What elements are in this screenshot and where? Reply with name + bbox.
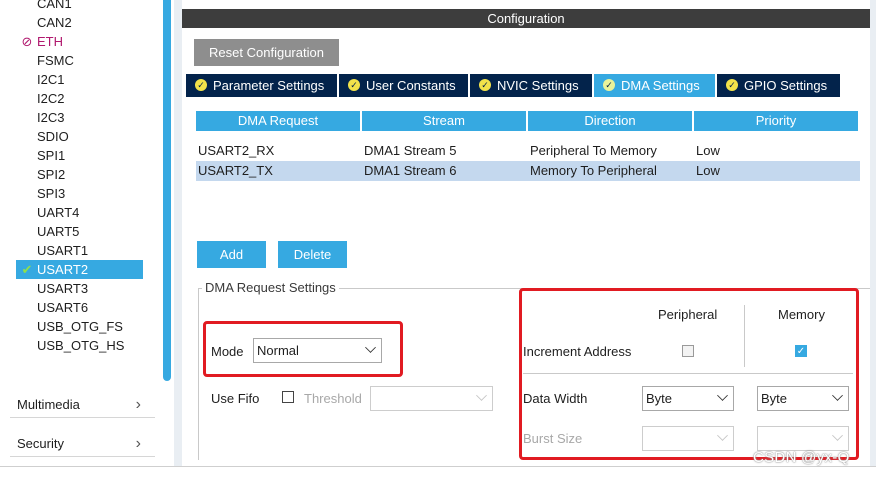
check-circle-icon: ✓	[726, 79, 738, 91]
tab-label: NVIC Settings	[497, 78, 579, 93]
cell-priority: Low	[696, 163, 720, 178]
sidebar-item-fsmc[interactable]: FSMC	[16, 51, 143, 70]
check-circle-icon: ✓	[195, 79, 207, 91]
configuration-body: Configuration Reset Configuration ✓ Para…	[182, 0, 870, 466]
sidebar-item-label: SPI1	[37, 148, 66, 163]
sidebar-item-label: ETH	[37, 34, 63, 49]
column-header-dma-request[interactable]: DMA Request	[196, 111, 360, 131]
sidebar-item-label: CAN2	[37, 15, 72, 30]
settings-legend: DMA Request Settings	[202, 280, 339, 295]
sidebar-item-usart3[interactable]: USART3	[16, 279, 143, 298]
check-circle-icon: ✓	[603, 79, 615, 91]
sidebar-item-uart4[interactable]: UART4	[16, 203, 143, 222]
column-header-priority[interactable]: Priority	[694, 111, 858, 131]
cell-stream: DMA1 Stream 5	[364, 143, 457, 158]
tab-dma-settings[interactable]: ✓ DMA Settings	[594, 74, 717, 97]
configuration-title: Configuration	[182, 9, 870, 28]
cell-request: USART2_RX	[198, 143, 275, 158]
sidebar: CAN1 CAN2 ⊘ ETH FSMC I2C1 I2C2 I2C3 SDIO SPI1 SPI2…	[0, 0, 174, 466]
use-fifo-label: Use Fifo	[211, 391, 260, 406]
sidebar-item-spi1[interactable]: SPI1	[16, 146, 143, 165]
settings-tabbar: ✓ Parameter Settings ✓ User Constants ✓ …	[186, 74, 840, 97]
table-row-selected[interactable]: USART2_TX DMA1 Stream 6 Memory To Periph…	[196, 161, 860, 181]
tab-gpio-settings[interactable]: ✓ GPIO Settings	[717, 74, 840, 97]
no-entry-icon: ⊘	[21, 34, 33, 49]
sidebar-item-i2c3[interactable]: I2C3	[16, 108, 143, 127]
threshold-label: Threshold	[304, 391, 362, 406]
mode-highlight-box	[203, 321, 403, 377]
sidebar-item-label: SPI2	[37, 167, 66, 182]
column-header-direction[interactable]: Direction	[528, 111, 692, 131]
tab-label: DMA Settings	[621, 78, 700, 93]
table-row[interactable]: USART2_RX DMA1 Stream 5 Peripheral To Me…	[196, 141, 860, 161]
tab-nvic-settings[interactable]: ✓ NVIC Settings	[470, 74, 594, 97]
sidebar-item-label: USART6	[37, 300, 89, 315]
sidebar-item-label: USB_OTG_FS	[37, 319, 123, 334]
chevron-right-icon: ›	[135, 396, 141, 413]
sidebar-item-spi2[interactable]: SPI2	[16, 165, 143, 184]
sidebar-item-usart6[interactable]: USART6	[16, 298, 143, 317]
sidebar-item-label: FSMC	[37, 53, 74, 68]
status-strip	[0, 466, 876, 477]
use-fifo-checkbox[interactable]	[282, 391, 294, 403]
sidebar-item-usb-otg-fs[interactable]: USB_OTG_FS	[16, 317, 143, 336]
address-width-highlight-box	[519, 288, 859, 460]
sidebar-item-label: I2C1	[37, 72, 65, 87]
sidebar-item-label: UART4	[37, 205, 80, 220]
watermark: CSDN @yx-Q	[753, 449, 850, 466]
category-security[interactable]: Security ›	[10, 431, 155, 457]
threshold-select[interactable]	[370, 386, 493, 411]
sidebar-item-uart5[interactable]: UART5	[16, 222, 143, 241]
category-label: Security	[17, 436, 64, 451]
tab-label: User Constants	[366, 78, 456, 93]
peripheral-list: CAN1 CAN2 ⊘ ETH FSMC I2C1 I2C2 I2C3 SDIO SPI1 SPI2…	[0, 0, 160, 380]
sidebar-item-spi3[interactable]: SPI3	[16, 184, 143, 203]
sidebar-item-label: I2C2	[37, 91, 65, 106]
sidebar-item-label: USB_OTG_HS	[37, 338, 125, 353]
sidebar-item-label: SPI3	[37, 186, 66, 201]
check-circle-icon: ✓	[348, 79, 360, 91]
category-multimedia[interactable]: Multimedia ›	[10, 392, 155, 418]
delete-button[interactable]: Delete	[278, 241, 347, 268]
sidebar-item-label: UART5	[37, 224, 80, 239]
chevron-right-icon: ›	[135, 435, 141, 452]
cell-stream: DMA1 Stream 6	[364, 163, 457, 178]
sidebar-item-can2[interactable]: CAN2	[16, 13, 143, 32]
cell-direction: Peripheral To Memory	[530, 143, 657, 158]
sidebar-item-usart1[interactable]: USART1	[16, 241, 143, 260]
check-icon: ✔	[21, 262, 33, 277]
sidebar-item-usart2[interactable]: ✔ USART2	[16, 260, 143, 279]
category-label: Multimedia	[17, 397, 80, 412]
check-circle-icon: ✓	[479, 79, 491, 91]
tab-parameter-settings[interactable]: ✓ Parameter Settings	[186, 74, 339, 97]
sidebar-item-eth[interactable]: ⊘ ETH	[16, 32, 143, 51]
sidebar-item-can1[interactable]: CAN1	[16, 0, 143, 13]
sidebar-item-usb-otg-hs[interactable]: USB_OTG_HS	[16, 336, 143, 355]
sidebar-item-i2c2[interactable]: I2C2	[16, 89, 143, 108]
tab-label: Parameter Settings	[213, 78, 325, 93]
sidebar-item-label: USART3	[37, 281, 89, 296]
cell-priority: Low	[696, 143, 720, 158]
cell-request: USART2_TX	[198, 163, 273, 178]
tab-label: GPIO Settings	[744, 78, 828, 93]
sidebar-item-label: USART1	[37, 243, 89, 258]
reset-configuration-button[interactable]: Reset Configuration	[194, 39, 339, 66]
sidebar-item-sdio[interactable]: SDIO	[16, 127, 143, 146]
cell-direction: Memory To Peripheral	[530, 163, 657, 178]
tab-user-constants[interactable]: ✓ User Constants	[339, 74, 470, 97]
sidebar-item-label: I2C3	[37, 110, 65, 125]
column-header-stream[interactable]: Stream	[362, 111, 526, 131]
sidebar-item-i2c1[interactable]: I2C1	[16, 70, 143, 89]
configuration-panel: Configuration Reset Configuration ✓ Para…	[174, 0, 876, 466]
chevron-down-icon	[476, 390, 487, 401]
sidebar-item-label: SDIO	[37, 129, 69, 144]
sidebar-item-label: CAN1	[37, 0, 72, 11]
add-button[interactable]: Add	[197, 241, 266, 268]
sidebar-scrollbar[interactable]	[163, 0, 171, 381]
sidebar-item-label: USART2	[37, 262, 89, 277]
